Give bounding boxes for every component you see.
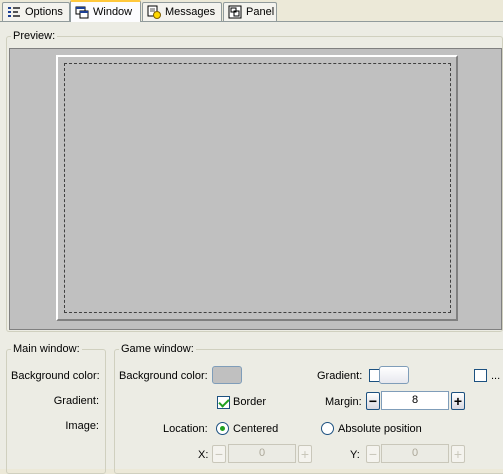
tab-messages[interactable]: Messages bbox=[142, 2, 222, 21]
y-label: Y: bbox=[350, 449, 360, 461]
main-gradient-label: Gradient: bbox=[53, 395, 99, 407]
extra-option-checkbox[interactable] bbox=[474, 369, 487, 382]
x-label: X: bbox=[198, 449, 209, 461]
x-increase-button[interactable]: + bbox=[298, 445, 312, 463]
game-gradient-button[interactable] bbox=[379, 366, 409, 384]
border-label: Border bbox=[233, 396, 267, 408]
y-decrease-button[interactable]: − bbox=[366, 445, 380, 463]
y-increase-button[interactable]: + bbox=[451, 445, 465, 463]
location-absolute-label: Absolute position bbox=[338, 423, 422, 435]
tab-panel-label: Panel bbox=[246, 6, 275, 18]
location-centered-label: Centered bbox=[233, 423, 279, 435]
tab-window-label: Window bbox=[93, 6, 133, 18]
tab-window[interactable]: Window bbox=[70, 0, 141, 22]
margin-increase-button[interactable]: + bbox=[451, 392, 465, 410]
x-decrease-button[interactable]: − bbox=[212, 445, 226, 463]
preview-margin-outline bbox=[64, 63, 451, 313]
location-centered-radio[interactable] bbox=[216, 422, 229, 435]
tab-panel[interactable]: Panel bbox=[223, 2, 277, 21]
game-window-legend: Game window: bbox=[119, 343, 196, 356]
y-input[interactable]: 0 bbox=[381, 444, 449, 463]
main-image-label: Image: bbox=[65, 420, 99, 432]
border-checkbox[interactable] bbox=[217, 396, 230, 409]
location-label: Location: bbox=[163, 423, 208, 435]
preview-legend: Preview: bbox=[11, 30, 58, 43]
game-gradient-label: Gradient: bbox=[317, 370, 363, 382]
tab-options[interactable]: Options bbox=[2, 2, 70, 21]
x-input[interactable]: 0 bbox=[228, 444, 296, 463]
main-window-legend: Main window: bbox=[11, 343, 82, 356]
extra-option-label: ... bbox=[491, 370, 501, 382]
tab-strip: Options Window Messages Panel bbox=[0, 0, 503, 22]
game-background-color-label: Background color: bbox=[119, 370, 208, 382]
tab-options-label: Options bbox=[25, 6, 63, 18]
messages-icon bbox=[147, 5, 161, 19]
game-background-color-button[interactable] bbox=[212, 366, 242, 384]
location-absolute-radio[interactable] bbox=[321, 422, 334, 435]
margin-input[interactable]: 8 bbox=[381, 391, 449, 410]
panel-icon bbox=[228, 5, 242, 19]
options-icon bbox=[7, 5, 21, 19]
tab-messages-label: Messages bbox=[165, 6, 216, 18]
margin-label: Margin: bbox=[325, 396, 362, 408]
main-window-group: Main window: bbox=[6, 343, 106, 474]
margin-decrease-button[interactable]: − bbox=[366, 392, 380, 410]
window-icon bbox=[75, 5, 89, 19]
main-background-color-label: Background color: bbox=[11, 370, 100, 382]
